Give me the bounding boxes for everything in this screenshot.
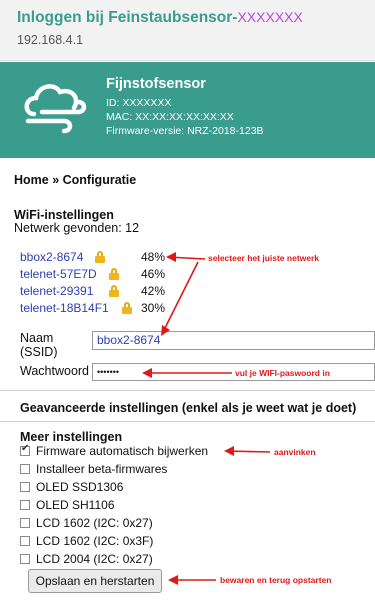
arrow-ssid [161,261,199,335]
annotation-arrows [142,252,271,585]
annotation-check: aanvinken [274,447,316,457]
annotation-save: bewaren en terug opstarten [220,575,332,585]
annotation-network: selecteer het juiste netwerk [208,253,320,263]
annotation-password: vul je WIFI-paswoord in [235,368,330,378]
